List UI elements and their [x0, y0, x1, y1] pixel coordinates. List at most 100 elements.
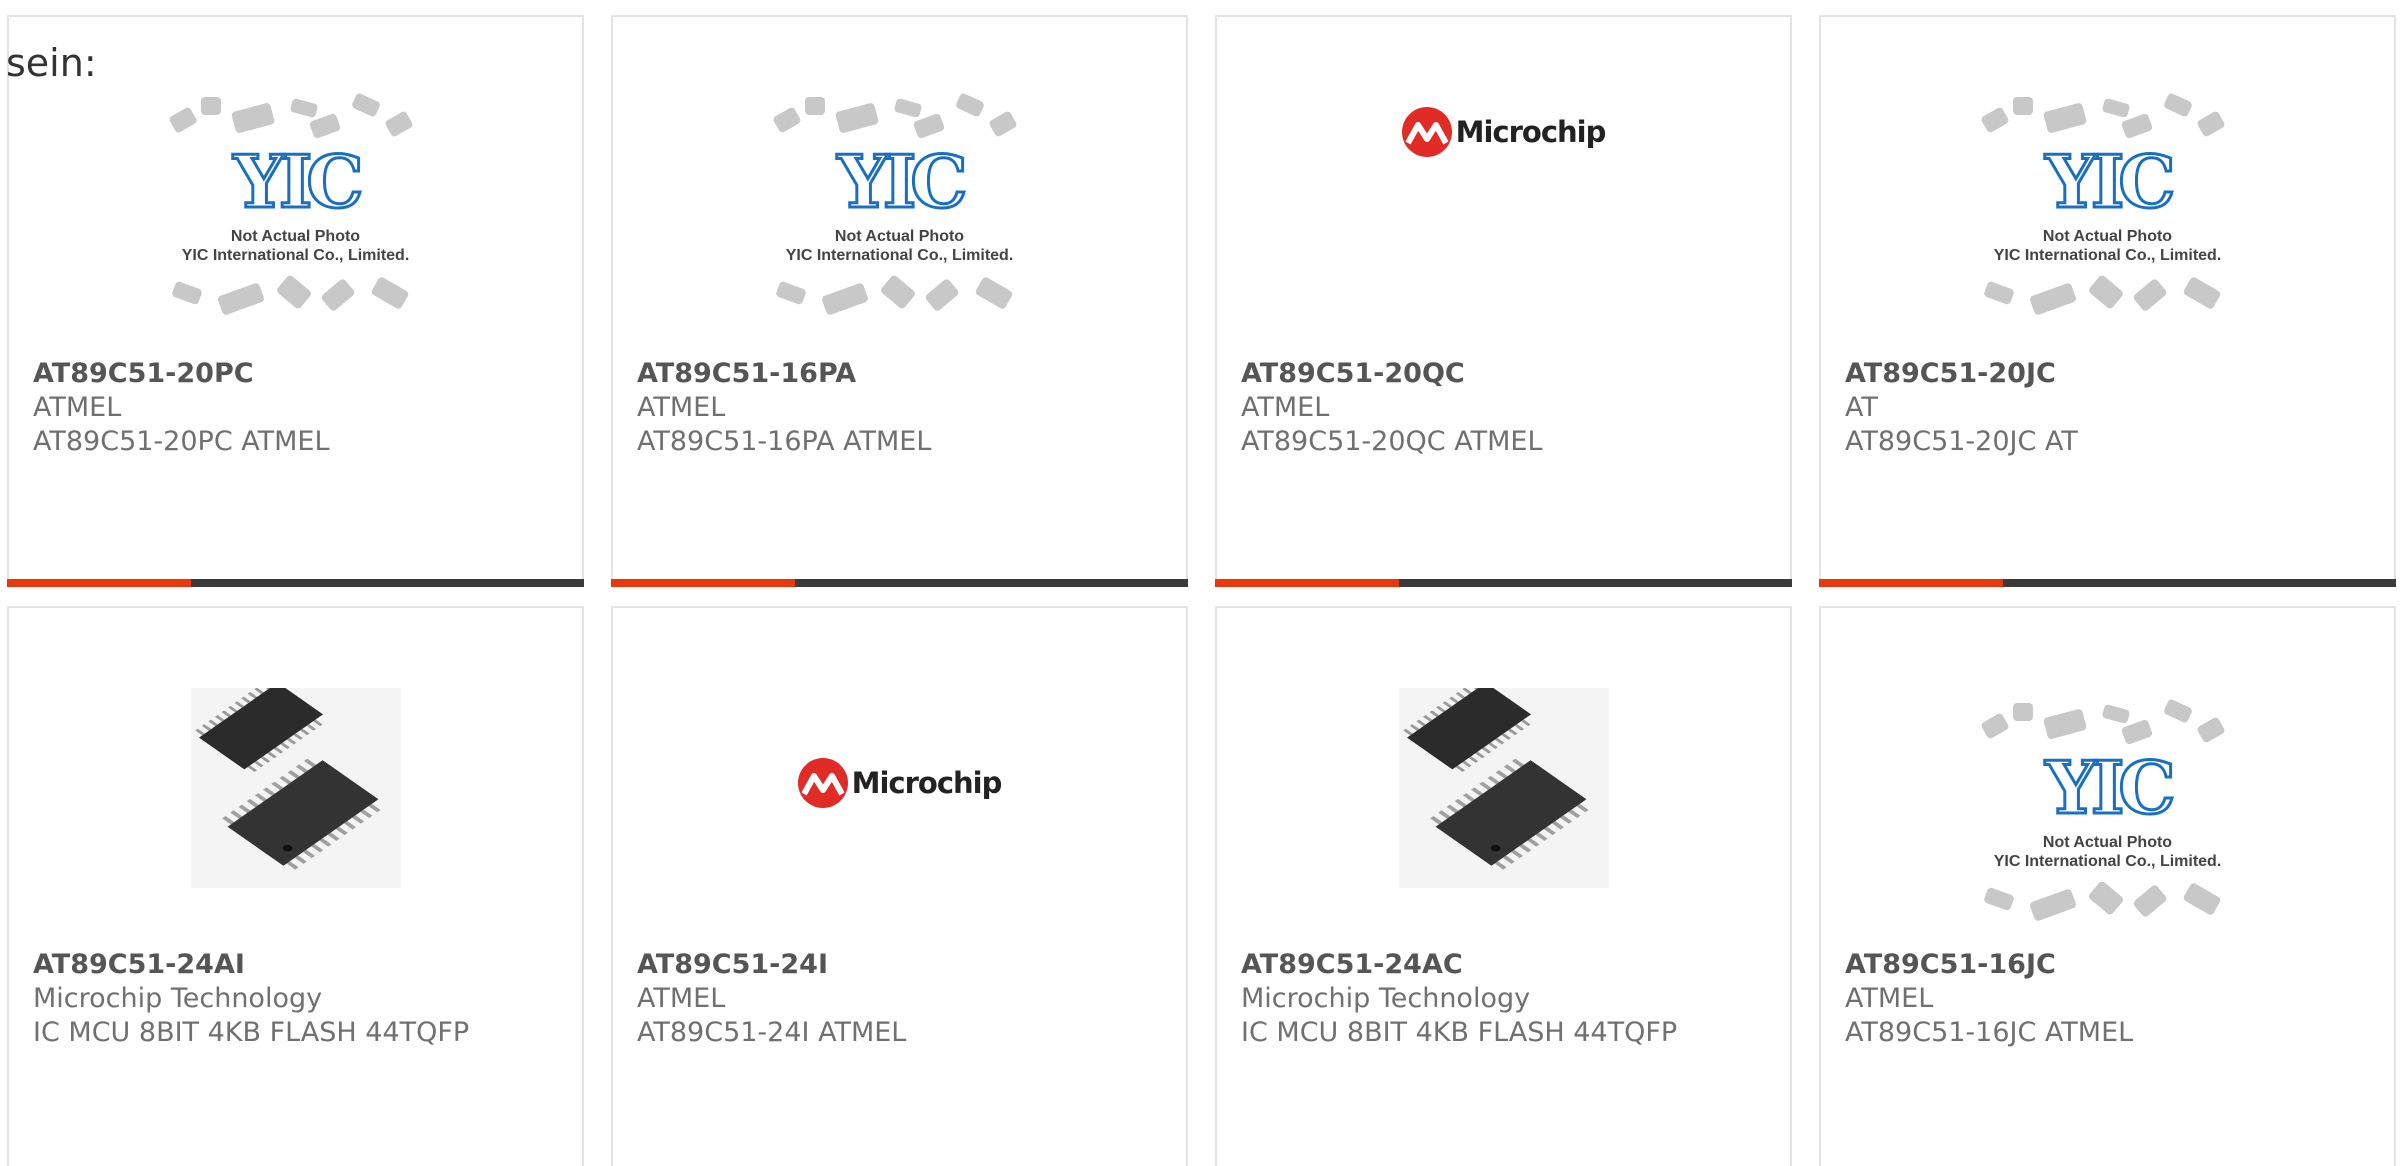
product-card[interactable]: YIC Not Actual Photo YIC International Co.… — [1819, 15, 2396, 587]
chip-glyph-icon — [2012, 97, 2033, 115]
product-image[interactable]: YIC Not Actual Photo YIC International Co.… — [613, 47, 1186, 367]
chip-glyph-icon — [1982, 886, 2015, 912]
manufacturer: ATMEL — [1241, 392, 1330, 423]
chip-glyph-icon — [2101, 703, 2130, 725]
chip-glyph-icon — [2131, 277, 2168, 313]
manufacturer: ATMEL — [33, 392, 122, 423]
part-number[interactable]: AT89C51-24AC — [1241, 948, 1780, 982]
description: AT89C51-20JC AT — [1845, 426, 2078, 457]
chip-glyph-icon — [1982, 280, 2015, 306]
product-card[interactable]: AT89C51-24AC Microchip Technology IC MCU… — [1215, 606, 1792, 1166]
product-image[interactable]: YIC Not Actual Photo YIC International Co.… — [1821, 47, 2394, 367]
manufacturer: Microchip Technology — [1241, 983, 1531, 1014]
chip-glyph-icon — [1979, 106, 2010, 134]
product-image[interactable] — [9, 658, 582, 968]
tqfp-chip-photo — [1398, 688, 1609, 888]
manufacturer: ATMEL — [637, 983, 726, 1014]
part-number[interactable]: AT89C51-16PA — [637, 357, 1176, 391]
placeholder-caption: Not Actual Photo YIC International Co., L… — [1973, 833, 2243, 871]
chip-glyph-icon — [923, 277, 960, 313]
chip-glyph-icon — [804, 97, 825, 115]
manufacturer: ATMEL — [1845, 983, 1934, 1014]
product-image[interactable]: Microchip — [613, 658, 1186, 968]
chip-glyph-icon — [2042, 708, 2087, 740]
placeholder-line-1: Not Actual Photo — [2042, 834, 2173, 851]
accent-bar — [611, 579, 795, 587]
part-number[interactable]: AT89C51-24I — [637, 948, 1176, 982]
accent-bar — [1215, 579, 1399, 587]
product-card[interactable]: Microchip AT89C51-24I ATMEL AT89C51-24I … — [611, 606, 1188, 1166]
product-image[interactable]: YIC Not Actual Photo YIC International Co.… — [9, 47, 582, 367]
chip-glyph-icon — [2162, 698, 2193, 724]
placeholder-line-2: YIC International Co., Limited. — [1993, 853, 2222, 870]
chip-glyph-icon — [2181, 881, 2222, 917]
part-number[interactable]: AT89C51-24AI — [33, 948, 572, 982]
yic-logo-icon: YIC — [232, 137, 365, 225]
product-card[interactable]: YIC Not Actual Photo YIC International Co.… — [1819, 606, 2396, 1166]
description: AT89C51-24I ATMEL — [637, 1017, 907, 1048]
chip-glyph-icon — [274, 273, 313, 311]
chip-glyph-icon — [2181, 275, 2222, 311]
manufacturer: ATMEL — [637, 392, 726, 423]
chip-glyph-icon — [2086, 879, 2125, 917]
yic-placeholder-image: YIC Not Actual Photo YIC International Co.… — [1973, 695, 2243, 931]
product-image[interactable]: Microchip — [1217, 47, 1790, 367]
chip-glyph-icon — [2012, 703, 2033, 721]
chip-glyph-icon — [2028, 888, 2077, 922]
placeholder-line-2: YIC International Co., Limited. — [1993, 247, 2222, 264]
accent-bar — [1819, 579, 2003, 587]
chip-glyph-icon — [771, 106, 802, 134]
part-number[interactable]: AT89C51-20PC — [33, 357, 572, 391]
chip-glyph-icon — [987, 110, 1018, 138]
description: AT89C51-16JC ATMEL — [1845, 1017, 2134, 1048]
chip-glyph-icon — [319, 277, 356, 313]
chip-glyph-icon — [878, 273, 917, 311]
chip-glyph-icon — [200, 97, 221, 115]
chip-glyph-icon — [834, 102, 879, 134]
card-bottom-bar — [611, 579, 1188, 587]
placeholder-line-2: YIC International Co., Limited. — [181, 247, 410, 264]
accent-bar — [7, 579, 191, 587]
description: IC MCU 8BIT 4KB FLASH 44TQFP — [1241, 1017, 1678, 1048]
product-card[interactable]: YIC Not Actual Photo YIC International Co.… — [611, 15, 1188, 587]
product-grid: YIC Not Actual Photo YIC International Co.… — [0, 0, 2400, 1166]
chip-glyph-icon — [350, 92, 381, 118]
placeholder-caption: Not Actual Photo YIC International Co., L… — [1973, 227, 2243, 265]
chip-glyph-icon — [2162, 92, 2193, 118]
part-number[interactable]: AT89C51-16JC — [1845, 948, 2384, 982]
microchip-logo: Microchip — [1401, 107, 1607, 157]
chip-glyph-icon — [774, 280, 807, 306]
manufacturer: Microchip Technology — [33, 983, 323, 1014]
chip-glyph-icon — [2028, 282, 2077, 316]
card-bottom-bar — [1819, 579, 2396, 587]
chip-glyph-icon — [2195, 110, 2226, 138]
part-number[interactable]: AT89C51-20JC — [1845, 357, 2384, 391]
placeholder-caption: Not Actual Photo YIC International Co., L… — [161, 227, 431, 265]
description: AT89C51-20PC ATMEL — [33, 426, 330, 457]
placeholder-line-1: Not Actual Photo — [834, 228, 965, 245]
chip-glyph-icon — [893, 97, 922, 119]
microchip-wordmark: Microchip — [1455, 115, 1607, 149]
product-card[interactable]: AT89C51-24AI Microchip Technology IC MCU… — [7, 606, 584, 1166]
yic-placeholder-image: YIC Not Actual Photo YIC International Co.… — [161, 89, 431, 325]
chip-glyph-icon — [167, 106, 198, 134]
product-card[interactable]: Microchip AT89C51-20QC ATMEL AT89C51-20Q… — [1215, 15, 1792, 587]
product-image[interactable] — [1217, 658, 1790, 968]
chip-glyph-icon — [383, 110, 414, 138]
chip-glyph-icon — [2042, 102, 2087, 134]
card-bottom-bar — [1215, 579, 1792, 587]
chip-glyph-icon — [230, 102, 275, 134]
manufacturer: AT — [1845, 392, 1878, 423]
chip-glyph-icon — [973, 275, 1014, 311]
placeholder-line-2: YIC International Co., Limited. — [785, 247, 1014, 264]
card-bottom-bar — [7, 579, 584, 587]
placeholder-caption: Not Actual Photo YIC International Co., L… — [765, 227, 1035, 265]
chip-glyph-icon — [954, 92, 985, 118]
part-number[interactable]: AT89C51-20QC — [1241, 357, 1780, 391]
yic-logo-icon: YIC — [836, 137, 969, 225]
product-card[interactable]: YIC Not Actual Photo YIC International Co.… — [7, 15, 584, 587]
product-image[interactable]: YIC Not Actual Photo YIC International Co.… — [1821, 658, 2394, 968]
chip-glyph-icon — [289, 97, 318, 119]
microchip-mark-icon — [1401, 107, 1452, 157]
microchip-logo: Microchip — [797, 758, 1002, 808]
